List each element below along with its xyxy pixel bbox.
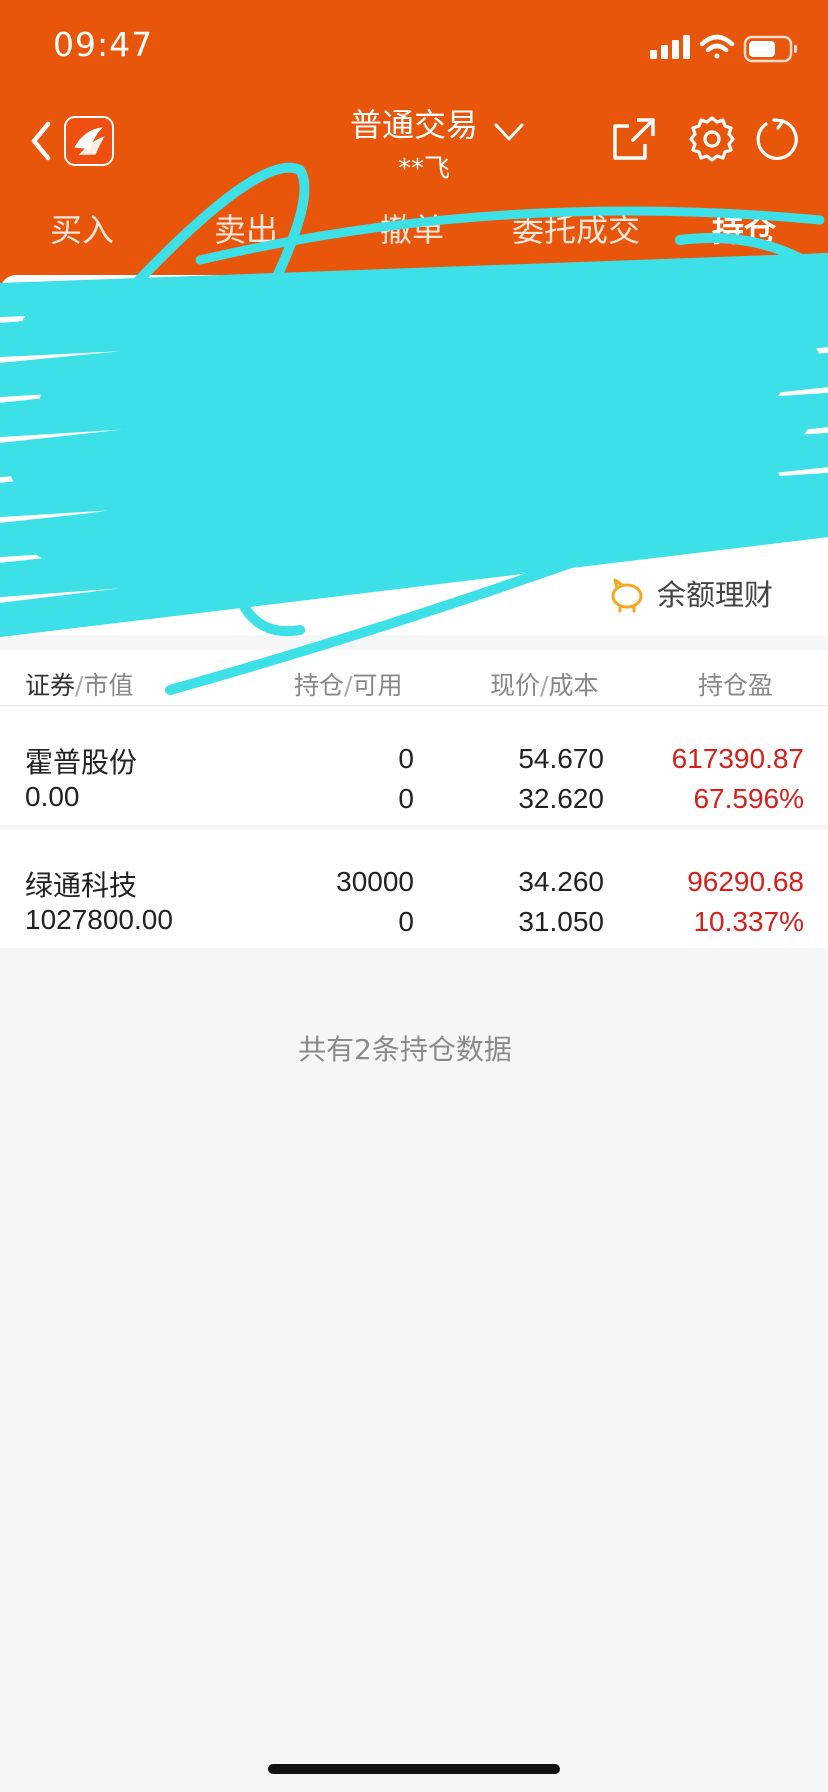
current-price: 34.260 <box>518 866 604 897</box>
table-row[interactable]: 霍普股份 0.00 0 0 54.670 32.620 617390.87 67… <box>0 707 828 825</box>
available-qty: 0 <box>398 783 414 814</box>
balance-finance-shortcut[interactable]: 余额理财 <box>657 572 773 614</box>
tab-buy[interactable]: 买入 <box>50 205 114 251</box>
security-name: 绿通科技 <box>25 869 138 902</box>
share-icon[interactable] <box>609 114 659 164</box>
status-icons <box>650 34 797 63</box>
gear-icon[interactable] <box>687 114 737 164</box>
refresh-icon[interactable] <box>752 114 802 164</box>
profit-percent: 67.596% <box>693 783 804 814</box>
tab-cancel-order[interactable]: 撤单 <box>380 205 444 251</box>
trade-tabs: 买入 卖出 撤单 委托成交 持仓 <box>0 205 828 265</box>
tab-orders-deals[interactable]: 委托成交 <box>512 205 640 251</box>
market-value: 0.00 <box>25 781 80 812</box>
profit-amount: 617390.87 <box>671 743 804 774</box>
chevron-down-icon[interactable] <box>492 120 526 144</box>
profit-percent: 10.337% <box>693 906 804 937</box>
holding-qty: 30000 <box>336 866 414 897</box>
security-name: 霍普股份 <box>25 746 138 779</box>
header-security[interactable]: 证券/市值 <box>25 666 133 702</box>
available-qty: 0 <box>398 906 414 937</box>
table-row[interactable]: 绿通科技 1027800.00 30000 0 34.260 31.050 96… <box>0 830 828 948</box>
active-tab-indicator <box>726 262 766 267</box>
market-value: 1027800.00 <box>25 904 173 935</box>
battery-icon <box>743 35 797 63</box>
signal-icon <box>650 35 690 59</box>
holdings-count-note: 共有2条持仓数据 <box>298 1033 512 1066</box>
wifi-icon <box>699 34 735 59</box>
holdings-table-header: 证券/市值 持仓/可用 现价/成本 持仓盈 <box>0 650 828 706</box>
piggy-bank-icon[interactable] <box>607 574 647 614</box>
header-holding[interactable]: 持仓/可用 <box>294 666 402 702</box>
header-profit[interactable]: 持仓盈 <box>698 666 773 702</box>
home-indicator[interactable] <box>268 1764 560 1774</box>
tab-holdings[interactable]: 持仓 <box>712 205 776 251</box>
current-price: 54.670 <box>518 743 604 774</box>
tab-sell[interactable]: 卖出 <box>214 205 278 251</box>
header-price[interactable]: 现价/成本 <box>490 666 598 702</box>
cost-price: 31.050 <box>518 906 604 937</box>
profit-amount: 96290.68 <box>687 866 804 897</box>
holding-qty: 0 <box>398 743 414 774</box>
cost-price: 32.620 <box>518 783 604 814</box>
